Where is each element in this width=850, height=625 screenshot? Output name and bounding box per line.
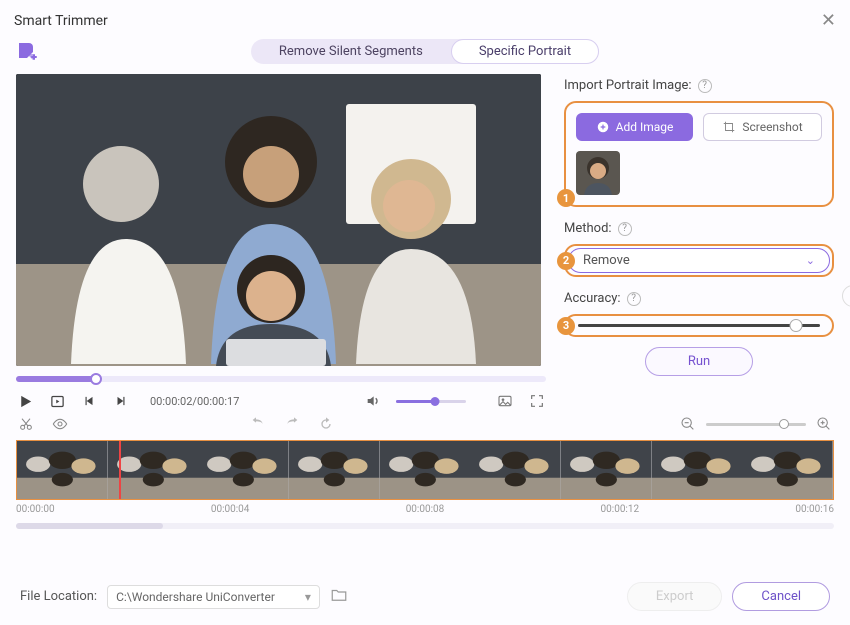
timeline-frame — [470, 441, 561, 499]
zoom-in-icon[interactable] — [816, 416, 832, 432]
help-icon[interactable]: ? — [627, 292, 641, 306]
file-location-select[interactable]: C:\Wondershare UniConverter ▾ — [107, 585, 320, 609]
accuracy-label: Accuracy: — [564, 291, 621, 306]
timeline[interactable] — [16, 440, 834, 500]
next-frame-icon[interactable] — [112, 392, 130, 410]
timeline-frame — [108, 441, 199, 499]
volume-slider[interactable] — [396, 400, 466, 403]
method-select[interactable]: Remove ⌄ — [568, 248, 830, 273]
refresh-icon[interactable] — [318, 416, 334, 432]
timeline-frame — [289, 441, 380, 499]
import-card: 1 Add Image Screenshot — [564, 101, 834, 207]
playhead[interactable] — [119, 440, 121, 499]
accuracy-slider[interactable] — [578, 324, 820, 327]
method-card: 2 Remove ⌄ — [564, 244, 834, 277]
step-badge-3: 3 — [557, 317, 575, 335]
video-preview — [16, 74, 541, 366]
plus-circle-icon — [596, 120, 610, 134]
timeline-frame — [652, 441, 743, 499]
app-logo-icon — [14, 40, 40, 64]
export-button: Export — [627, 582, 723, 611]
progress-bar[interactable] — [16, 376, 546, 382]
tab-remove-silent[interactable]: Remove Silent Segments — [251, 39, 451, 64]
tab-specific-portrait[interactable]: Specific Portrait — [451, 39, 599, 64]
redo-icon[interactable] — [284, 416, 300, 432]
zoom-slider[interactable] — [706, 423, 806, 426]
accuracy-value[interactable]: 9 — [842, 285, 850, 307]
step-badge-1: 1 — [557, 189, 575, 207]
chevron-down-icon: ⌄ — [806, 254, 815, 267]
folder-icon[interactable] — [330, 586, 348, 608]
timeline-frame — [198, 441, 289, 499]
chevron-down-icon: ▾ — [305, 590, 311, 604]
fullscreen-icon[interactable] — [528, 392, 546, 410]
timeline-frame — [17, 441, 108, 499]
help-icon[interactable]: ? — [698, 79, 712, 93]
cancel-button[interactable]: Cancel — [732, 582, 830, 611]
timeline-frame — [742, 441, 833, 499]
help-icon[interactable]: ? — [618, 222, 632, 236]
volume-icon[interactable] — [364, 392, 382, 410]
cut-icon[interactable] — [18, 416, 34, 432]
undo-icon[interactable] — [250, 416, 266, 432]
window-title: Smart Trimmer — [14, 13, 108, 29]
method-label: Method: — [564, 221, 612, 236]
add-image-button[interactable]: Add Image — [576, 113, 693, 141]
screenshot-button[interactable]: Screenshot — [703, 113, 822, 141]
import-label: Import Portrait Image: — [564, 78, 692, 93]
snapshot-icon[interactable] — [496, 392, 514, 410]
prev-frame-icon[interactable] — [80, 392, 98, 410]
portrait-thumbnail[interactable] — [576, 151, 620, 195]
timeline-scrollbar[interactable] — [16, 523, 834, 529]
step-badge-2: 2 — [557, 252, 575, 270]
time-ruler: 00:00:00 00:00:04 00:00:08 00:00:12 00:0… — [16, 500, 834, 515]
timecode: 00:00:02/00:00:17 — [150, 395, 239, 408]
eye-icon[interactable] — [52, 416, 68, 432]
accuracy-card: 3 — [564, 314, 834, 337]
play-icon[interactable] — [16, 392, 34, 410]
run-button[interactable]: Run — [645, 347, 753, 376]
zoom-out-icon[interactable] — [680, 416, 696, 432]
mode-tabs: Remove Silent Segments Specific Portrait — [251, 39, 599, 64]
step-icon[interactable] — [48, 392, 66, 410]
timeline-frame — [561, 441, 652, 499]
close-icon[interactable]: ✕ — [821, 10, 836, 31]
timeline-frame — [380, 441, 471, 499]
file-location-label: File Location: — [20, 589, 97, 604]
crop-icon — [722, 120, 736, 134]
